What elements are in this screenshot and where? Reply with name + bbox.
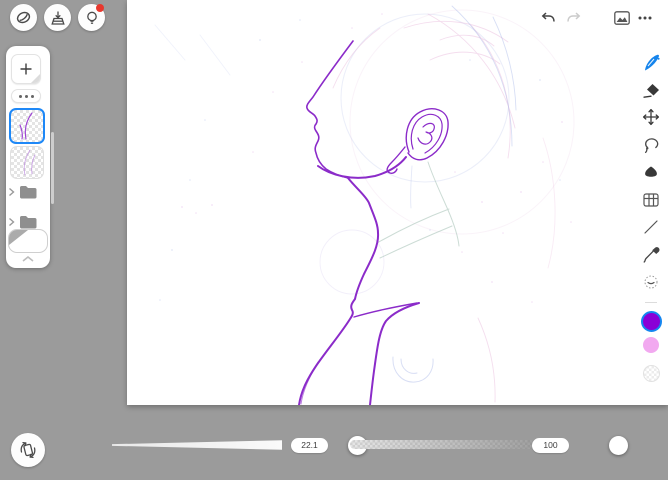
background-corner-fold <box>9 230 28 245</box>
smudge-icon <box>644 275 658 289</box>
notification-badge <box>96 4 104 12</box>
brush-size-slider-track[interactable] <box>112 440 282 450</box>
layer-thumbnail[interactable] <box>10 146 44 179</box>
divider <box>645 301 657 303</box>
grid-icon <box>643 192 659 207</box>
chevron-up-icon <box>22 255 34 262</box>
move-transform-tool[interactable] <box>640 106 662 128</box>
drawing-canvas[interactable] <box>127 0 668 405</box>
background-layer-thumbnail[interactable] <box>8 229 48 253</box>
opacity-value-text: 100 <box>543 440 558 450</box>
publish-export-icon <box>50 11 65 25</box>
fresco-logo-icon <box>16 11 31 24</box>
redo-button[interactable] <box>564 8 584 28</box>
opacity-slider-knob[interactable] <box>608 435 628 455</box>
secondary-color-swatch[interactable] <box>643 336 659 353</box>
line-tool[interactable] <box>640 216 662 238</box>
eyedropper-icon <box>643 246 660 263</box>
dot <box>24 94 28 98</box>
smudge-texture-tool[interactable] <box>640 271 662 293</box>
learn-button[interactable] <box>78 4 105 31</box>
brush-tool[interactable] <box>640 51 662 73</box>
publish-export-button[interactable] <box>44 4 71 31</box>
layers-panel <box>6 46 50 268</box>
fill-icon <box>645 166 657 177</box>
collapse-panel-button[interactable] <box>18 252 38 264</box>
tool-rail <box>637 51 665 382</box>
eraser-icon <box>643 83 659 98</box>
transparent-color-swatch[interactable] <box>642 364 660 382</box>
rotate-canvas-icon <box>20 441 36 459</box>
layer-sketch-preview <box>19 112 33 140</box>
eyedropper-tool[interactable] <box>640 244 662 266</box>
lasso-icon <box>644 137 659 153</box>
eraser-tool[interactable] <box>640 79 662 101</box>
add-layer-button[interactable] <box>11 54 41 84</box>
brush-size-value: 22.1 <box>291 437 328 453</box>
fill-tool[interactable] <box>640 161 662 183</box>
undo-button[interactable] <box>538 8 558 28</box>
primary-color-swatch[interactable] <box>640 310 662 332</box>
layer-sketch-preview <box>23 149 36 176</box>
grid-shapes-tool[interactable] <box>640 189 662 211</box>
brush-size-value-text: 22.1 <box>301 440 318 450</box>
folder-icon <box>20 216 37 229</box>
layer-options-button[interactable] <box>11 89 41 103</box>
redo-icon <box>567 12 581 22</box>
home-button[interactable] <box>10 4 37 31</box>
add-image-button[interactable] <box>612 8 632 28</box>
line-icon <box>644 220 658 234</box>
move-arrows-icon <box>642 108 660 126</box>
chevron-right-icon <box>9 187 15 197</box>
dot <box>18 94 22 98</box>
undo-icon <box>541 12 555 22</box>
lasso-select-tool[interactable] <box>640 134 662 156</box>
more-options-button[interactable] <box>635 8 655 28</box>
page-fold <box>31 74 40 83</box>
folder-icon <box>20 186 37 199</box>
opacity-value: 100 <box>532 437 569 453</box>
layer-thumbnail-selected[interactable] <box>9 108 45 144</box>
lightbulb-icon <box>86 11 97 24</box>
chevron-right-icon <box>9 217 15 227</box>
brush-icon <box>645 54 660 71</box>
image-icon <box>614 11 630 25</box>
layer-folder-row[interactable] <box>7 182 47 202</box>
ellipsis-icon <box>638 16 652 20</box>
panel-scrollbar[interactable] <box>51 132 54 204</box>
sketch-artwork <box>154 5 575 405</box>
face-profile-stroke <box>306 40 354 179</box>
opacity-slider-track[interactable] <box>350 440 536 449</box>
dot <box>30 94 34 98</box>
rotate-canvas-button[interactable] <box>11 433 45 467</box>
